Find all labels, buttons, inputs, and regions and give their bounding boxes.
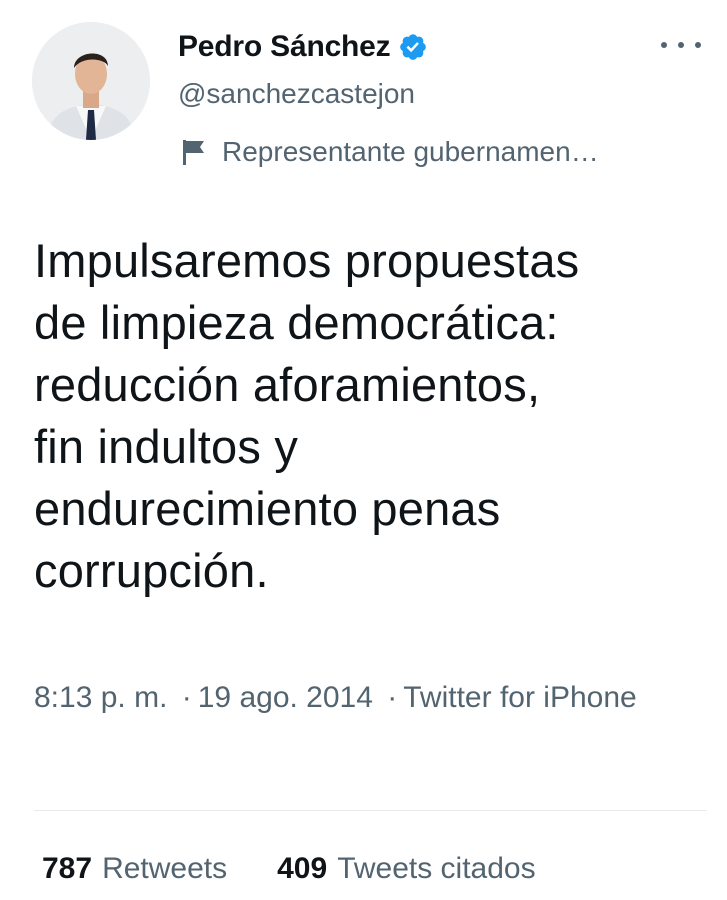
tweet-source[interactable]: Twitter for iPhone xyxy=(403,681,636,714)
verified-badge-icon xyxy=(398,32,428,62)
retweets-label: Retweets xyxy=(102,852,228,885)
tweet-time[interactable]: 8:13 p. m. xyxy=(34,681,167,714)
tweet-date[interactable]: 19 ago. 2014 xyxy=(198,681,373,714)
tweet-text: Impulsaremos propuestas de limpieza demo… xyxy=(34,234,580,597)
meta-separator: · xyxy=(181,681,192,714)
quotes-stat[interactable]: 409 Tweets citados xyxy=(277,852,536,886)
flag-icon xyxy=(180,137,208,167)
quotes-count: 409 xyxy=(277,852,328,885)
user-name-row: Pedro Sánchez xyxy=(178,26,428,68)
tweet-metadata: 8:13 p. m. · 19 ago. 2014 · Twitter for iP… xyxy=(34,674,674,722)
avatar[interactable] xyxy=(32,22,150,140)
account-label[interactable]: Representante gubernamen… xyxy=(180,136,599,168)
user-handle[interactable]: @sanchezcastejon xyxy=(178,78,415,110)
account-label-text: Representante gubernamen… xyxy=(222,136,599,167)
quotes-label: Tweets citados xyxy=(337,852,536,885)
divider xyxy=(34,810,707,811)
tweet-stats: 787 Retweets 409 Tweets citados xyxy=(42,852,536,886)
more-dots-icon[interactable] xyxy=(661,30,701,60)
retweets-stat[interactable]: 787 Retweets xyxy=(42,852,227,886)
avatar-portrait xyxy=(32,22,150,140)
meta-separator: · xyxy=(387,681,398,714)
tweet-card: Pedro Sánchez @sanchezcastejon Represent… xyxy=(0,0,727,900)
user-name[interactable]: Pedro Sánchez xyxy=(178,30,391,64)
retweets-count: 787 xyxy=(42,852,93,885)
